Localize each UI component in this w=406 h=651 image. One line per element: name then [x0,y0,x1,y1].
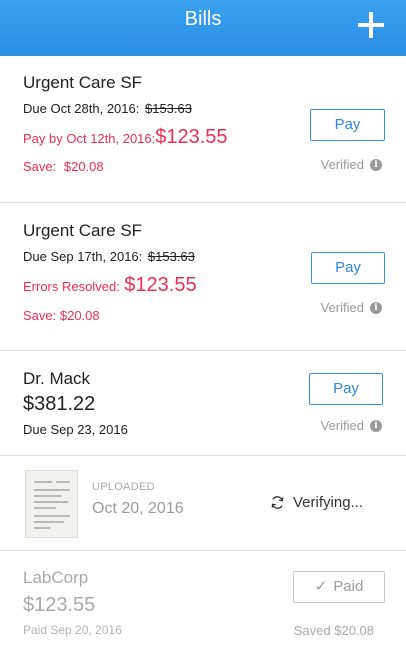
uploaded-bill-item[interactable]: UPLOADED Oct 20, 2016 Verifying... [0,456,406,551]
bill-item[interactable]: Dr. Mack $381.22 Due Sep 23, 2016 Pay Ve… [0,351,406,456]
offer-amount: $123.55 [155,126,228,148]
pay-button[interactable]: Pay [309,373,383,405]
bill-amount: $381.22 [23,393,96,415]
save-label: Save: [23,159,57,174]
bill-amount: $123.55 [23,594,96,616]
verified-status: Verified i [321,300,382,315]
uploaded-date: Oct 20, 2016 [92,500,184,517]
verified-label: Verified [320,300,364,315]
saved-amount: Saved $20.08 [293,623,374,638]
due-line: Due Sep 17th, 2016: $153.63 [23,249,195,264]
provider-name: Dr. Mack [23,369,91,388]
provider-name: Urgent Care SF [23,221,143,240]
offer-line: Errors Resolved: $123.55 [23,274,197,297]
verified-status: Verified i [321,418,382,433]
uploaded-label: UPLOADED [92,481,155,493]
offer-amount: $123.55 [124,274,197,296]
due-label: Due Oct 28th, 2016: [23,101,140,116]
document-thumbnail[interactable] [25,470,78,538]
pay-button[interactable]: Pay [311,252,385,284]
due-date: Due Sep 23, 2016 [23,422,128,437]
info-icon[interactable]: i [370,419,382,432]
due-label: Due Sep 17th, 2016: [23,249,143,264]
bill-item[interactable]: LabCorp $123.55 Paid Sep 20, 2016 ✓ Paid … [0,551,406,651]
savings-line: Save: $20.08 [23,159,104,174]
info-icon[interactable]: i [370,301,382,314]
paid-date: Paid Sep 20, 2016 [23,623,122,637]
app-header: Bills [0,0,406,56]
offer-label: Errors Resolved: [23,279,120,294]
pay-button[interactable]: Pay [310,109,385,141]
paid-label: Paid [333,578,364,595]
info-icon[interactable]: i [370,158,382,171]
original-amount: $153.63 [144,101,192,116]
verified-label: Verified [320,418,364,433]
original-amount: $153.63 [147,249,195,264]
save-amount: $20.08 [63,159,104,174]
due-line: Due Oct 28th, 2016: $153.63 [23,101,192,116]
bill-item[interactable]: Urgent Care SF Due Sep 17th, 2016: $153.… [0,203,406,351]
refresh-icon [271,496,284,509]
verified-status: Verified i [321,157,382,172]
offer-label: Pay by Oct 12th, 2016: [23,131,156,146]
verifying-status: Verifying... [270,494,363,511]
page-title: Bills [184,8,222,30]
paid-button[interactable]: ✓ Paid [293,571,385,603]
offer-line: Pay by Oct 12th, 2016:$123.55 [23,126,228,149]
check-icon: ✓ [314,578,328,595]
bill-item[interactable]: Urgent Care SF Due Oct 28th, 2016: $153.… [0,56,406,203]
provider-name: LabCorp [23,568,89,587]
verifying-label: Verifying... [293,494,364,511]
verified-label: Verified [320,157,364,172]
provider-name: Urgent Care SF [23,73,143,92]
savings-line: Save: $20.08 [23,308,100,323]
add-bill-button[interactable] [358,12,384,38]
